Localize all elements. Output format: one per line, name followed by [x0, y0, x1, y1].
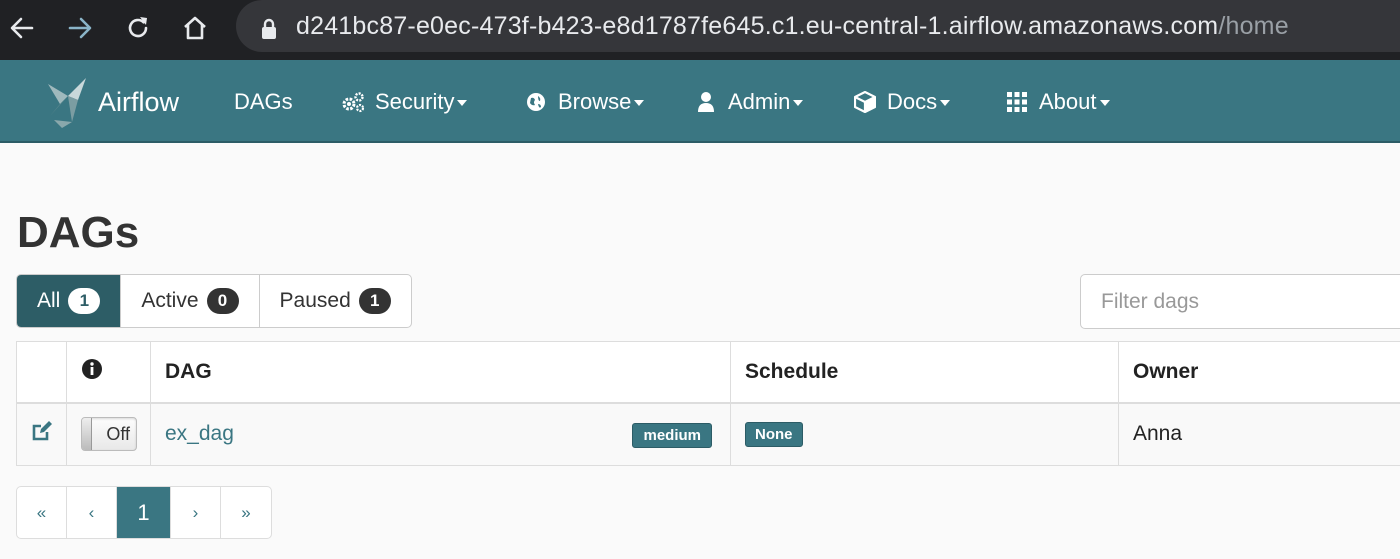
nav-browse[interactable]: Browse — [524, 60, 645, 143]
lock-icon — [258, 12, 280, 40]
airflow-logo-icon — [38, 70, 96, 135]
pagination-current-page[interactable]: 1 — [117, 487, 171, 538]
url-text: d241bc87-e0ec-473f-b423-e8d1787fe645.c1.… — [296, 11, 1289, 40]
pagination-last[interactable]: » — [221, 487, 271, 538]
nav-docs-label: Docs — [887, 88, 938, 114]
toggle-label: Off — [106, 424, 130, 445]
user-icon — [694, 90, 718, 114]
edit-cell — [16, 402, 67, 466]
filter-paused-button[interactable]: Paused 1 — [260, 275, 411, 327]
nav-about-label: About — [1039, 88, 1097, 114]
filter-dags-input[interactable] — [1080, 274, 1400, 329]
header-dag[interactable]: DAG — [150, 341, 731, 404]
back-icon[interactable] — [2, 8, 42, 48]
chevron-down-icon — [1099, 100, 1110, 106]
browser-toolbar: d241bc87-e0ec-473f-b423-e8d1787fe645.c1.… — [0, 0, 1400, 60]
nav-security-label: Security — [375, 88, 455, 114]
main-navbar: Airflow DAGs Security Browse Admin Docs — [0, 60, 1400, 143]
filter-paused-label: Paused — [279, 289, 351, 312]
nav-docs[interactable]: Docs — [853, 60, 951, 143]
cube-icon — [853, 90, 877, 114]
filter-all-button[interactable]: All 1 — [17, 275, 122, 327]
chevron-down-icon — [793, 100, 804, 106]
globe-icon — [524, 90, 548, 114]
dag-tag[interactable]: medium — [632, 422, 712, 448]
brand-name: Airflow — [98, 86, 180, 117]
dag-cell: ex_dag medium — [150, 402, 731, 466]
table-header-row: DAG Schedule Owner — [16, 341, 1400, 404]
edit-icon[interactable] — [31, 421, 53, 447]
nav-admin[interactable]: Admin — [694, 60, 804, 143]
reload-icon[interactable] — [118, 8, 158, 48]
forward-icon[interactable] — [60, 8, 100, 48]
table-row: Off ex_dag medium None Anna — [16, 402, 1400, 466]
chevron-down-icon — [634, 100, 645, 106]
header-schedule[interactable]: Schedule — [730, 341, 1119, 404]
chevron-down-icon — [940, 100, 951, 106]
chevron-down-icon — [457, 100, 468, 106]
filter-all-label: All — [37, 289, 61, 312]
nav-about[interactable]: About — [1005, 60, 1110, 143]
schedule-badge: None — [745, 422, 803, 448]
nav-security[interactable]: Security — [341, 60, 468, 143]
dag-table: DAG Schedule Owner Off ex_dag medium Non… — [16, 341, 1400, 466]
status-filter-group: All 1 Active 0 Paused 1 — [16, 274, 412, 328]
page-title: DAGs — [17, 208, 140, 257]
nav-dags-label: DAGs — [234, 88, 293, 114]
header-owner[interactable]: Owner — [1118, 341, 1400, 404]
dag-link[interactable]: ex_dag — [165, 422, 234, 445]
toggle-cell: Off — [66, 402, 151, 466]
schedule-cell: None — [730, 402, 1119, 466]
pagination-prev[interactable]: ‹ — [67, 487, 117, 538]
filter-all-count: 1 — [68, 288, 101, 314]
address-bar[interactable]: d241bc87-e0ec-473f-b423-e8d1787fe645.c1.… — [236, 0, 1400, 52]
header-info — [66, 341, 151, 404]
header-edit — [16, 341, 67, 404]
nav-admin-label: Admin — [728, 88, 791, 114]
grid-icon — [1005, 90, 1029, 114]
nav-browse-label: Browse — [558, 88, 632, 114]
filter-paused-count: 1 — [358, 288, 391, 314]
filter-active-button[interactable]: Active 0 — [121, 275, 260, 327]
pagination-next[interactable]: › — [171, 487, 221, 538]
nav-dags[interactable]: DAGs — [234, 60, 293, 143]
brand-link[interactable]: Airflow — [38, 72, 179, 132]
filter-active-label: Active — [141, 289, 199, 312]
info-icon[interactable] — [81, 358, 103, 385]
pagination-first[interactable]: « — [17, 487, 67, 538]
owner-cell: Anna — [1118, 402, 1400, 466]
toggle-knob — [82, 418, 92, 451]
home-icon[interactable] — [175, 8, 215, 48]
filter-active-count: 0 — [206, 288, 239, 314]
gears-icon — [341, 90, 365, 114]
dag-pause-toggle[interactable]: Off — [81, 417, 137, 452]
pagination: « ‹ 1 › » — [16, 486, 272, 539]
